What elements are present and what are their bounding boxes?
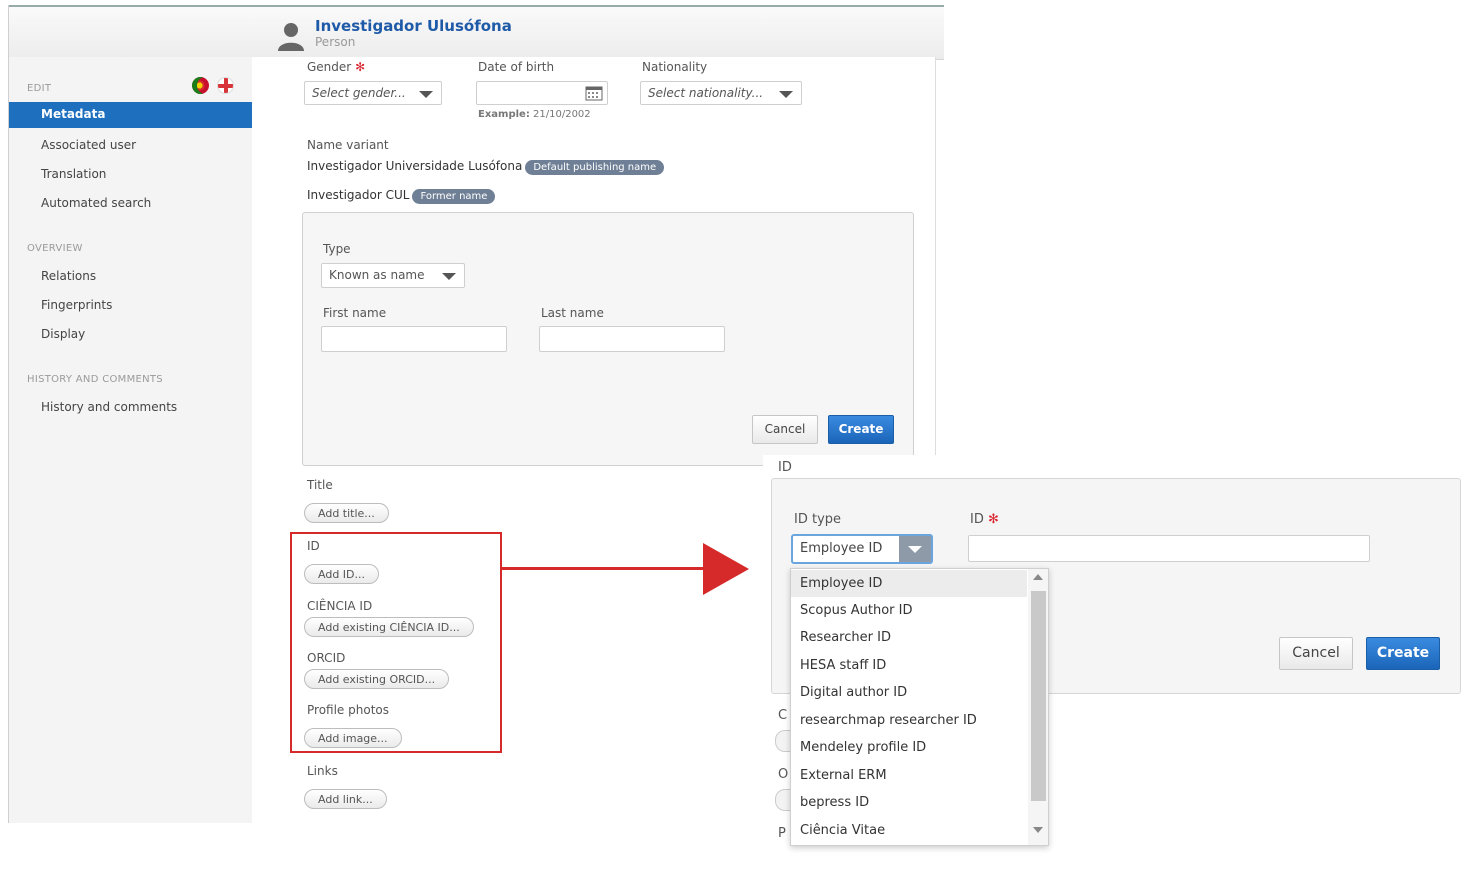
- dropdown-option-external-erm[interactable]: External ERM: [791, 762, 1027, 789]
- type-label: Type: [323, 242, 351, 256]
- page-header: Investigador Ulusófona Person: [9, 5, 944, 60]
- id-value-label: ID ✻: [970, 512, 999, 527]
- id-input[interactable]: [968, 535, 1370, 562]
- arrow-head-icon: [703, 543, 749, 595]
- sidebar-item-display[interactable]: Display: [41, 327, 85, 341]
- dropdown-option-scopus-author-id[interactable]: Scopus Author ID: [791, 597, 1027, 624]
- cancel-button[interactable]: Cancel: [752, 415, 818, 444]
- create-button[interactable]: Create: [828, 415, 894, 444]
- nationality-placeholder: Select nationality...: [648, 86, 764, 100]
- name-variant-1[interactable]: Investigador Universidade Lusófona Defaul…: [307, 159, 665, 175]
- zoom-cancel-button[interactable]: Cancel: [1279, 637, 1353, 670]
- type-value: Known as name: [329, 268, 425, 282]
- gender-label: Gender ✻: [307, 60, 365, 74]
- chevron-down-icon: [779, 91, 793, 98]
- person-icon: [278, 23, 304, 51]
- dropdown-option-researchmap-id[interactable]: researchmap researcher ID: [791, 707, 1027, 734]
- last-name-input[interactable]: [539, 326, 725, 352]
- sidebar-item-fingerprints[interactable]: Fingerprints: [41, 298, 112, 312]
- zoom-create-button[interactable]: Create: [1366, 637, 1440, 670]
- type-select[interactable]: Known as name: [321, 263, 465, 288]
- name-variant-text: Investigador Universidade Lusófona: [307, 159, 523, 173]
- dob-example-prefix: Example:: [478, 109, 530, 120]
- highlight-box: [290, 532, 502, 753]
- required-icon: ✻: [355, 60, 366, 74]
- dob-example: Example: 21/10/2002: [478, 109, 591, 120]
- add-link-button[interactable]: Add link...: [304, 789, 387, 809]
- obscured-label: C: [778, 708, 788, 723]
- links-label: Links: [307, 764, 338, 778]
- name-variant-label: Name variant: [307, 138, 389, 152]
- dropdown-option-digital-author-id[interactable]: Digital author ID: [791, 679, 1027, 706]
- scroll-down-icon[interactable]: [1033, 827, 1043, 833]
- dropdown-option-ciencia-vitae[interactable]: Ciência Vitae: [791, 817, 1027, 844]
- sidebar: EDIT Metadata Associated user Translatio…: [9, 57, 262, 823]
- scroll-thumb[interactable]: [1031, 591, 1046, 801]
- chevron-down-icon[interactable]: [899, 536, 931, 562]
- sidebar-item-relations[interactable]: Relations: [41, 269, 96, 283]
- zoomed-id-editor: ID ID type ID ✻ Employee ID Cancel Creat…: [763, 455, 1477, 890]
- id-type-dropdown: Employee ID Scopus Author ID Researcher …: [790, 568, 1049, 846]
- id-value-label-text: ID: [970, 512, 984, 527]
- obscured-label: P: [778, 826, 786, 841]
- sidebar-item-translation[interactable]: Translation: [41, 167, 106, 181]
- dob-input[interactable]: [476, 81, 608, 105]
- dob-example-value: 21/10/2002: [533, 109, 591, 120]
- name-variant-2[interactable]: Investigador CUL Former name: [307, 188, 496, 204]
- id-type-select[interactable]: Employee ID: [791, 534, 933, 564]
- portugal-flag-icon[interactable]: [192, 77, 209, 94]
- dropdown-scrollbar[interactable]: [1028, 569, 1048, 845]
- person-type: Person: [315, 35, 356, 49]
- dropdown-option-mendeley-id[interactable]: Mendeley profile ID: [791, 734, 1027, 761]
- dob-label: Date of birth: [478, 60, 555, 74]
- dropdown-option-employee-id[interactable]: Employee ID: [791, 570, 1027, 597]
- scroll-up-icon[interactable]: [1033, 574, 1043, 580]
- calendar-icon[interactable]: [585, 85, 603, 101]
- obscured-label: O: [778, 767, 789, 782]
- first-name-label: First name: [323, 306, 387, 320]
- id-type-value: Employee ID: [800, 541, 883, 556]
- uk-flag-icon[interactable]: [217, 77, 234, 94]
- sidebar-item-metadata[interactable]: Metadata: [9, 102, 252, 128]
- chevron-down-icon: [419, 91, 433, 98]
- gender-label-text: Gender: [307, 60, 352, 74]
- name-variant-editor: Type Known as name First name Last name …: [302, 212, 914, 466]
- first-name-input[interactable]: [321, 326, 507, 352]
- arrow-line: [500, 567, 705, 570]
- person-name: Investigador Ulusófona: [315, 17, 512, 35]
- sidebar-heading-edit: EDIT: [27, 83, 52, 94]
- nationality-label: Nationality: [642, 60, 708, 74]
- sidebar-item-history[interactable]: History and comments: [41, 400, 177, 414]
- required-icon: ✻: [988, 512, 999, 527]
- dropdown-option-bepress-id[interactable]: bepress ID: [791, 789, 1027, 816]
- gender-select[interactable]: Select gender...: [304, 81, 442, 105]
- gender-placeholder: Select gender...: [312, 86, 406, 100]
- name-variant-text: Investigador CUL: [307, 188, 410, 202]
- id-type-label: ID type: [794, 512, 842, 527]
- sidebar-item-automated-search[interactable]: Automated search: [41, 196, 151, 210]
- title-label: Title: [307, 478, 333, 492]
- add-title-button[interactable]: Add title...: [304, 503, 389, 523]
- sidebar-item-label: Metadata: [41, 107, 106, 121]
- nationality-select[interactable]: Select nationality...: [640, 81, 802, 105]
- name-variant-tag: Default publishing name: [525, 160, 665, 175]
- dropdown-option-researcher-id[interactable]: Researcher ID: [791, 624, 1027, 651]
- sidebar-item-associated-user[interactable]: Associated user: [41, 138, 136, 152]
- name-variant-tag: Former name: [412, 189, 496, 204]
- last-name-label: Last name: [541, 306, 604, 320]
- sidebar-heading-overview: OVERVIEW: [27, 243, 83, 254]
- id-section-label: ID: [778, 460, 792, 475]
- dropdown-option-hesa-staff-id[interactable]: HESA staff ID: [791, 652, 1027, 679]
- sidebar-heading-history: HISTORY AND COMMENTS: [27, 374, 163, 385]
- chevron-down-icon: [442, 273, 456, 280]
